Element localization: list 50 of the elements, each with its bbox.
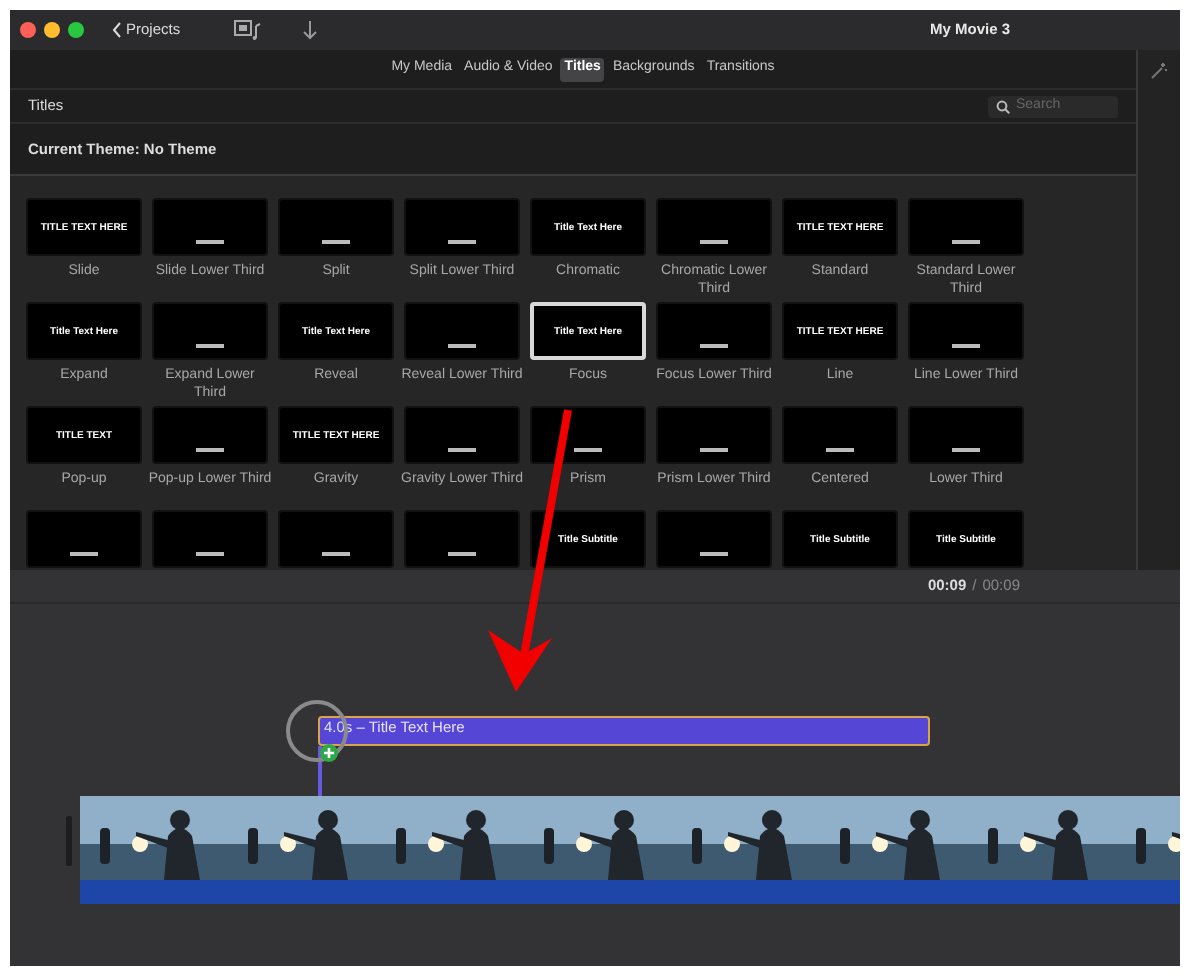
- download-icon[interactable]: [302, 20, 319, 40]
- text-line-icon: [574, 448, 602, 452]
- close-button[interactable]: [20, 22, 36, 38]
- clip-connector: [318, 746, 322, 796]
- title-thumbnail[interactable]: [656, 510, 772, 568]
- chevron-left-icon: [112, 22, 122, 38]
- text-line-icon: [700, 552, 728, 556]
- text-line-icon: [952, 344, 980, 348]
- text-line-icon: [700, 448, 728, 452]
- text-line-icon: [322, 552, 350, 556]
- text-line-icon: [196, 552, 224, 556]
- title-thumbnail[interactable]: [656, 198, 772, 256]
- search-icon: [996, 99, 1010, 113]
- text-line-icon: [952, 240, 980, 244]
- text-line-icon: [448, 240, 476, 244]
- title-thumbnail[interactable]: [782, 406, 898, 464]
- title-thumbnail[interactable]: [152, 302, 268, 360]
- film-music-icon[interactable]: [234, 20, 263, 40]
- text-line-icon: [448, 552, 476, 556]
- title-thumbnail[interactable]: [656, 302, 772, 360]
- title-thumbnail[interactable]: [656, 406, 772, 464]
- add-icon: [320, 744, 338, 762]
- title-thumbnail[interactable]: [152, 510, 268, 568]
- title-thumbnail[interactable]: [152, 198, 268, 256]
- text-line-icon: [700, 240, 728, 244]
- text-line-icon: [70, 552, 98, 556]
- title-thumbnail[interactable]: [404, 302, 520, 360]
- title-thumbnail[interactable]: [278, 198, 394, 256]
- magic-wand-icon[interactable]: [1150, 62, 1168, 80]
- title-thumbnail[interactable]: [26, 510, 142, 568]
- text-line-icon: [952, 448, 980, 452]
- title-thumbnail[interactable]: [908, 406, 1024, 464]
- title-thumbnail[interactable]: [908, 198, 1024, 256]
- text-line-icon: [196, 240, 224, 244]
- title-thumbnail[interactable]: [404, 198, 520, 256]
- text-line-icon: [448, 344, 476, 348]
- minimize-button[interactable]: [44, 22, 60, 38]
- title-thumbnail[interactable]: [404, 510, 520, 568]
- title-thumbnail[interactable]: [908, 302, 1024, 360]
- title-thumbnail[interactable]: [152, 406, 268, 464]
- text-line-icon: [448, 448, 476, 452]
- text-line-icon: [196, 344, 224, 348]
- title-thumbnail[interactable]: [530, 406, 646, 464]
- text-line-icon: [196, 448, 224, 452]
- title-thumbnail[interactable]: [404, 406, 520, 464]
- text-line-icon: [700, 344, 728, 348]
- text-line-icon: [322, 240, 350, 244]
- zoom-button[interactable]: [68, 22, 84, 38]
- title-thumbnail[interactable]: [278, 510, 394, 568]
- text-line-icon: [826, 448, 854, 452]
